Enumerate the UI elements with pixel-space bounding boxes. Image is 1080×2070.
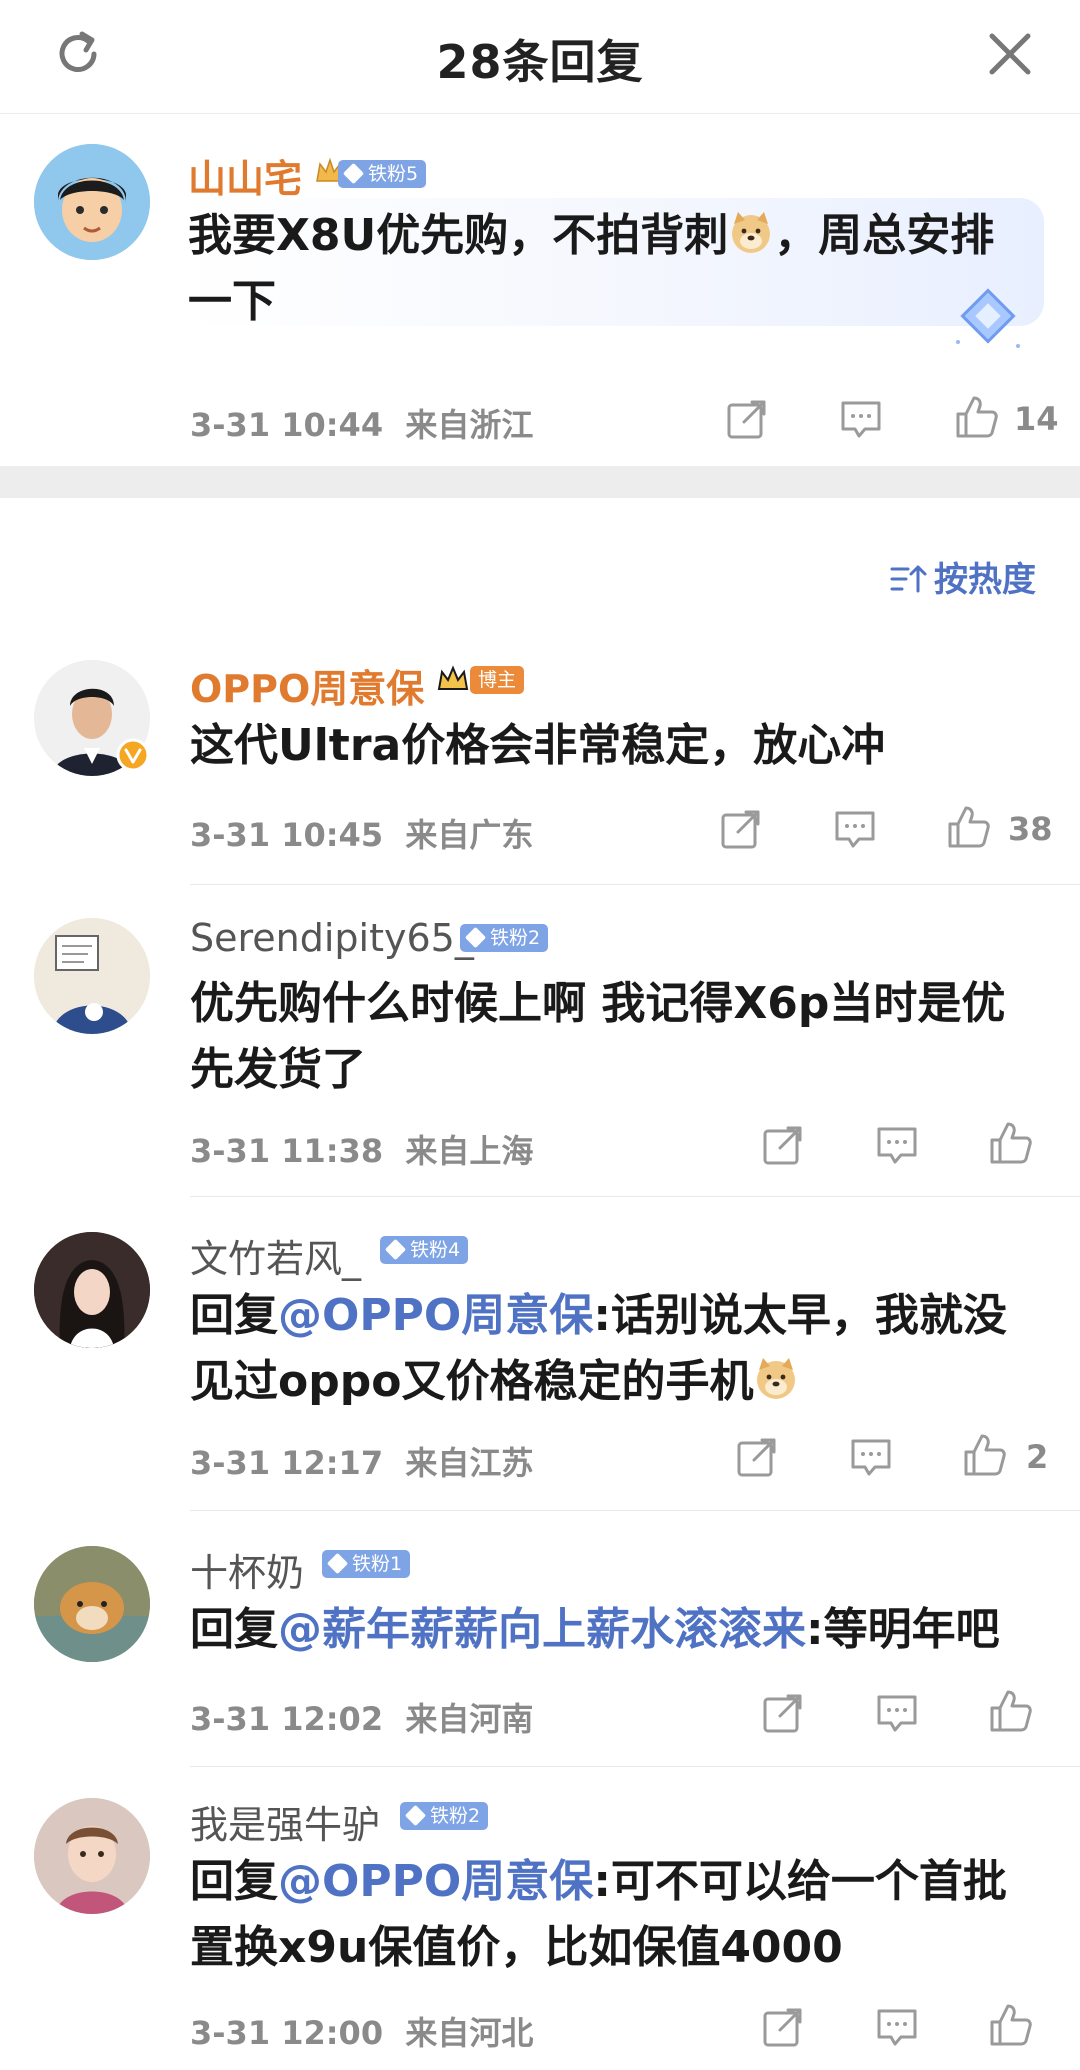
location: 来自江苏 xyxy=(405,1444,534,1482)
comment-icon[interactable] xyxy=(874,1690,920,1736)
like-count: 14 xyxy=(1014,400,1059,438)
location: 来自河南 xyxy=(405,1700,534,1738)
crown-icon xyxy=(437,665,469,690)
fan-badge: 铁粉1 xyxy=(322,1550,411,1578)
comment-text: 优先购什么时候上啊 我记得X6p当时是优 xyxy=(190,978,1006,1029)
mention-link[interactable]: @OPPO周意保 xyxy=(278,1856,593,1907)
like-icon[interactable] xyxy=(962,1432,1008,1478)
location: 来自广东 xyxy=(405,816,534,854)
comment-icon[interactable] xyxy=(848,1434,894,1480)
fan-badge: 铁粉5 xyxy=(338,160,427,188)
comment-meta: 3-31 11:38 来自上海 xyxy=(190,1126,533,1172)
fan-badge: 铁粉2 xyxy=(460,924,549,952)
share-icon[interactable] xyxy=(760,2004,806,2050)
comment-meta: 3-31 12:17 来自江苏 xyxy=(190,1438,533,1484)
section-separator xyxy=(0,466,1080,498)
comment-icon[interactable] xyxy=(838,396,884,442)
divider xyxy=(190,1196,1080,1197)
like-count: 38 xyxy=(1008,810,1053,848)
avatar[interactable] xyxy=(34,1232,150,1348)
list-item: OPPO周意保 博主 这代Ultra价格会非常稳定，放心冲 3-31 10:45… xyxy=(0,640,1080,886)
share-icon[interactable] xyxy=(760,1122,806,1168)
location: 来自河北 xyxy=(405,2014,534,2052)
page-title: 28条回复 xyxy=(436,35,644,89)
diamond-icon xyxy=(464,926,487,949)
share-icon[interactable] xyxy=(760,1690,806,1736)
timestamp: 3-31 10:45 xyxy=(190,816,384,854)
comment-icon[interactable] xyxy=(832,806,878,852)
timestamp: 3-31 12:00 xyxy=(190,2014,384,2052)
location: 来自上海 xyxy=(405,1132,534,1170)
diamond-sparkle-icon xyxy=(956,288,1020,348)
blogger-badge: 博主 xyxy=(470,666,525,694)
share-icon[interactable] xyxy=(734,1434,780,1480)
avatar[interactable] xyxy=(34,918,150,1034)
divider xyxy=(190,1766,1080,1767)
comment-icon[interactable] xyxy=(874,1122,920,1168)
share-icon[interactable] xyxy=(718,806,764,852)
list-item: 文竹若风_ 铁粉4 回复@OPPO周意保:话别说太早，我就没 见过oppo又价格… xyxy=(0,1198,1080,1512)
avatar[interactable] xyxy=(34,1546,150,1662)
comment-meta: 3-31 10:44 来自浙江 xyxy=(190,400,533,446)
like-icon[interactable] xyxy=(946,804,992,850)
like-icon[interactable] xyxy=(988,2002,1034,2048)
comment-text-line2: 一下 xyxy=(188,276,276,327)
comment-text: 回复@OPPO周意保:话别说太早，我就没 xyxy=(190,1290,1007,1341)
sort-button[interactable]: 按热度 xyxy=(890,552,1036,601)
diamond-icon xyxy=(404,1804,427,1827)
timestamp: 3-31 12:17 xyxy=(190,1444,384,1482)
list-item: Serendipity65_ 铁粉2 优先购什么时候上啊 我记得X6p当时是优 … xyxy=(0,886,1080,1198)
like-icon[interactable] xyxy=(988,1688,1034,1734)
comment-text-line2: 见过oppo又价格稳定的手机 xyxy=(190,1350,799,1414)
comment-text-line2: 先发货了 xyxy=(190,1044,366,1095)
timestamp: 3-31 12:02 xyxy=(190,1700,384,1738)
comment-text: 这代Ultra价格会非常稳定，放心冲 xyxy=(190,720,886,771)
like-icon[interactable] xyxy=(988,1120,1034,1166)
close-icon[interactable] xyxy=(982,26,1038,82)
diamond-icon xyxy=(342,162,365,185)
comment-icon[interactable] xyxy=(874,2004,920,2050)
comment-meta: 3-31 12:00 来自河北 xyxy=(190,2008,533,2054)
diamond-icon xyxy=(384,1238,407,1261)
doge-emoji-icon xyxy=(728,210,774,256)
avatar[interactable] xyxy=(34,1798,150,1914)
mention-link[interactable]: @薪年薪薪向上薪水滚滚来 xyxy=(278,1604,806,1655)
timestamp: 3-31 11:38 xyxy=(190,1132,384,1170)
location: 来自浙江 xyxy=(405,406,534,444)
like-count: 2 xyxy=(1026,1438,1049,1476)
author-name[interactable]: Serendipity65_ xyxy=(190,916,474,960)
fan-badge: 铁粉2 xyxy=(400,1802,489,1830)
sort-icon xyxy=(890,565,927,593)
comment-meta: 3-31 12:02 来自河南 xyxy=(190,1694,533,1740)
comment-text: 我要X8U优先购，不拍背刺 ，周总安排 xyxy=(188,210,995,261)
divider xyxy=(190,884,1080,885)
share-icon[interactable] xyxy=(724,396,770,442)
comment-text: 回复@薪年薪薪向上薪水滚滚来:等明年吧 xyxy=(190,1604,1000,1655)
author-name[interactable]: 十杯奶 xyxy=(190,1542,304,1597)
author-name[interactable]: 文竹若风_ xyxy=(190,1228,361,1283)
list-item: 十杯奶 铁粉1 回复@薪年薪薪向上薪水滚滚来:等明年吧 3-31 12:02 来… xyxy=(0,1512,1080,1768)
list-item: 我是强牛驴 铁粉2 回复@OPPO周意保:可不可以给一个首批 置换x9u保值价，… xyxy=(0,1768,1080,2070)
timestamp: 3-31 10:44 xyxy=(190,406,384,444)
root-comment: 山山宅 铁粉5 我要X8U优先购，不拍背刺 ，周总安排 一下 3-31 10:44… xyxy=(0,114,1080,466)
doge-emoji-icon xyxy=(753,1356,799,1402)
verified-icon xyxy=(116,738,150,772)
author-name[interactable]: 我是强牛驴 xyxy=(190,1794,380,1849)
divider xyxy=(190,1510,1080,1511)
comment-text: 回复@OPPO周意保:可不可以给一个首批 xyxy=(190,1856,1007,1907)
mention-link[interactable]: @OPPO周意保 xyxy=(278,1290,593,1341)
author-name[interactable]: 山山宅 xyxy=(188,148,302,203)
comment-text-line2: 置换x9u保值价，比如保值4000 xyxy=(190,1922,843,1973)
header-bar: 28条回复 xyxy=(0,0,1080,114)
comment-meta: 3-31 10:45 来自广东 xyxy=(190,810,533,856)
fan-badge: 铁粉4 xyxy=(380,1236,469,1264)
diamond-icon xyxy=(326,1552,349,1575)
author-name[interactable]: OPPO周意保 xyxy=(190,658,424,713)
like-icon[interactable] xyxy=(954,394,1000,440)
avatar[interactable] xyxy=(34,144,150,260)
